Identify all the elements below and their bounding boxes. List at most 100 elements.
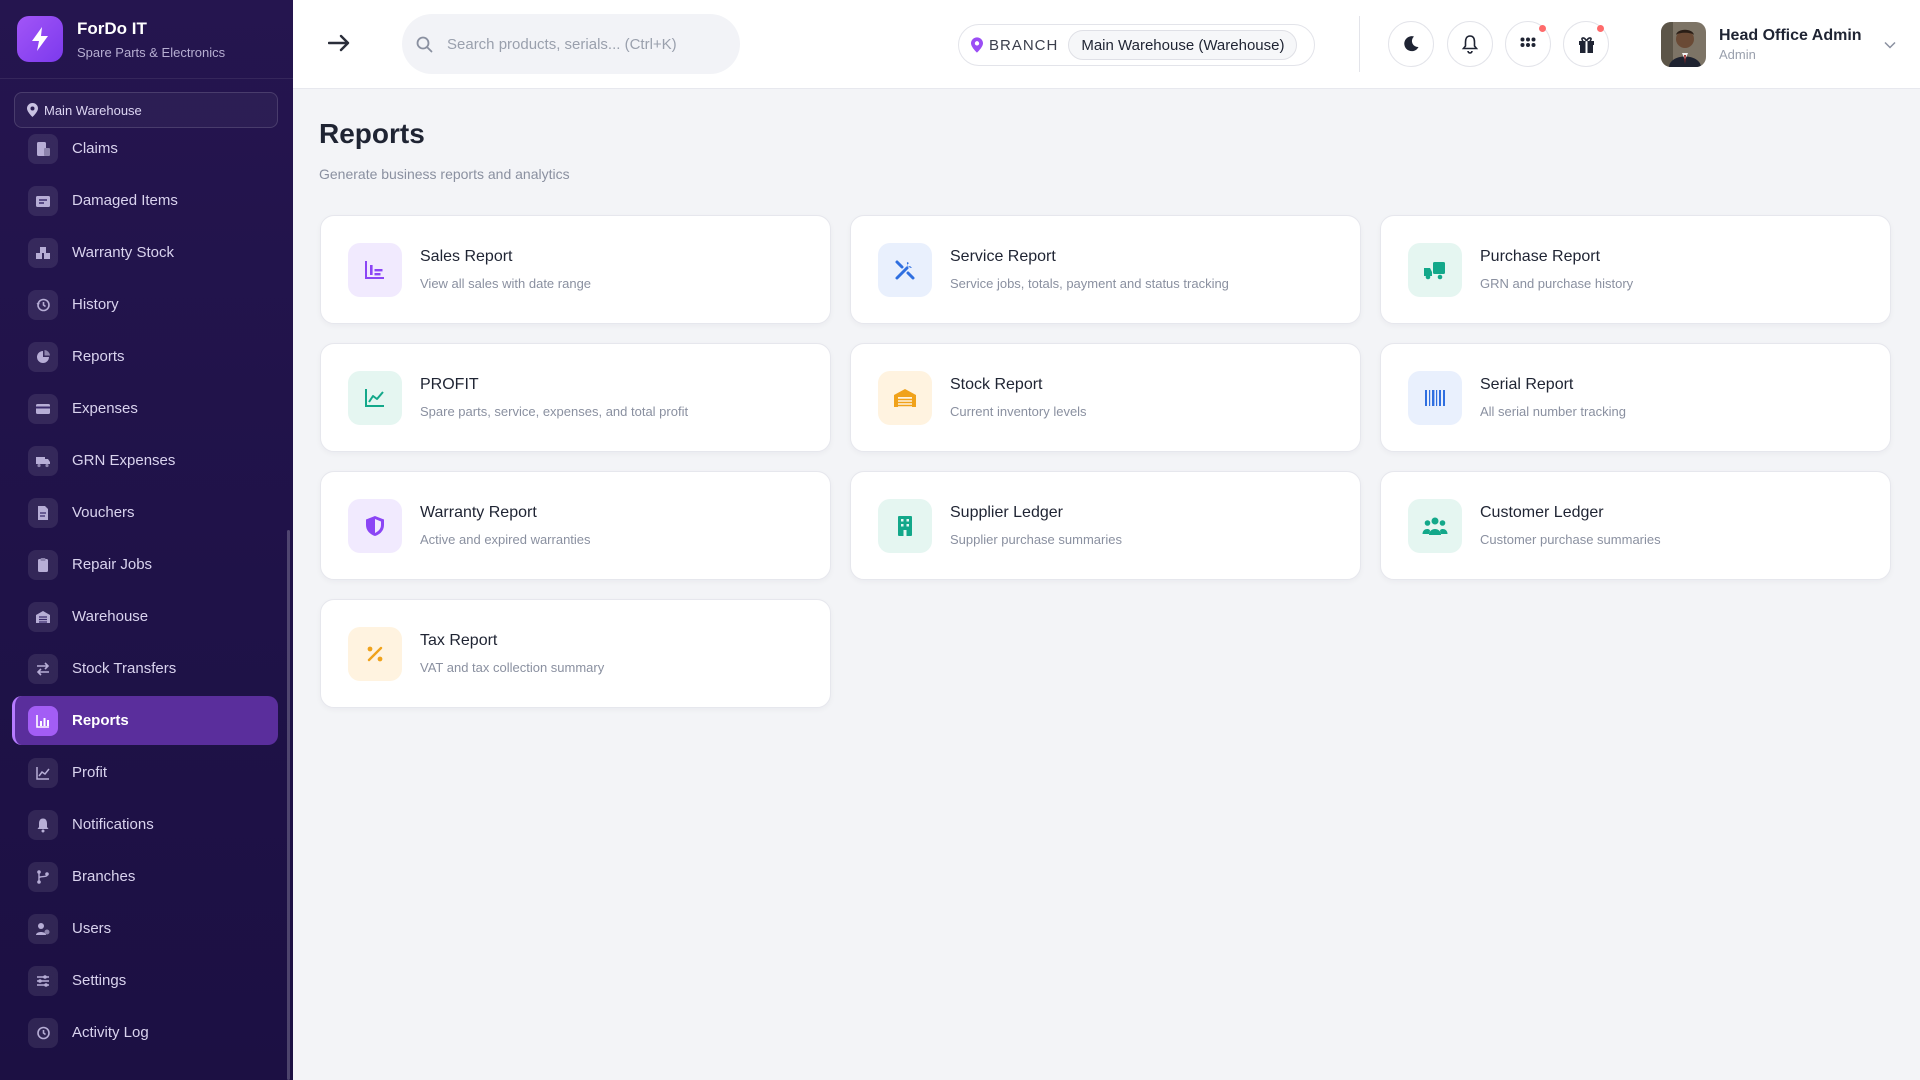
card-description: Active and expired warranties: [420, 532, 591, 547]
sidebar-item-expenses[interactable]: Expenses: [12, 384, 278, 433]
brand-subtitle: Spare Parts & Electronics: [77, 44, 226, 60]
branch-selector[interactable]: BRANCH Main Warehouse (Warehouse): [958, 24, 1315, 66]
user-role: Admin: [1719, 47, 1756, 62]
sidebar-branch-indicator[interactable]: Main Warehouse: [14, 92, 278, 128]
sidebar-item-label: Settings: [72, 972, 127, 989]
sidebar-item-label: Users: [72, 920, 112, 937]
truck-icon: [1408, 242, 1462, 297]
sidebar-item-repair-jobs[interactable]: Repair Jobs: [12, 540, 278, 589]
report-card-sales[interactable]: Sales Report View all sales with date ra…: [320, 215, 831, 324]
sidebar-scrollbar[interactable]: [287, 530, 290, 1080]
sidebar-item-warranty-stock[interactable]: Warranty Stock: [12, 228, 278, 277]
card-description: Spare parts, service, expenses, and tota…: [420, 404, 689, 419]
warranty-stock-icon: [28, 237, 58, 268]
card-title: Customer Ledger: [1480, 504, 1604, 521]
chevron-down-icon: [1884, 41, 1896, 49]
sidebar-item-damaged-items[interactable]: Damaged Items: [12, 176, 278, 225]
location-pin-icon: [27, 103, 38, 117]
sidebar-item-warehouse[interactable]: Warehouse: [12, 592, 278, 641]
report-card-warranty[interactable]: Warranty Report Active and expired warra…: [320, 471, 831, 580]
claims-icon: [28, 133, 58, 164]
sidebar-item-vouchers[interactable]: Vouchers: [12, 488, 278, 537]
apps-grid-button[interactable]: [1505, 21, 1551, 67]
gift-badge-dot: [1597, 25, 1604, 32]
sidebar-toggle-button[interactable]: [323, 27, 355, 59]
apps-grid-icon: [1520, 37, 1536, 47]
sidebar-item-reports[interactable]: Reports: [12, 696, 278, 745]
sidebar-item-label: Expenses: [72, 400, 138, 417]
sidebar-item-label: Branches: [72, 868, 136, 885]
card-title: Service Report: [950, 248, 1056, 265]
card-title: Sales Report: [420, 248, 513, 265]
truck-icon: [28, 445, 58, 476]
sidebar-item-label: GRN Expenses: [72, 452, 176, 469]
sidebar-item-label: Repair Jobs: [72, 556, 153, 573]
report-card-profit[interactable]: PROFIT Spare parts, service, expenses, a…: [320, 343, 831, 452]
tools-icon: [878, 242, 932, 297]
card-title: Tax Report: [420, 632, 498, 649]
sidebar-item-label: Notifications: [72, 816, 154, 833]
card-description: Service jobs, totals, payment and status…: [950, 276, 1229, 291]
report-card-customer-ledger[interactable]: Customer Ledger Customer purchase summar…: [1380, 471, 1891, 580]
percent-icon: [348, 626, 402, 681]
gift-button[interactable]: [1563, 21, 1609, 67]
card-description: Customer purchase summaries: [1480, 532, 1661, 547]
sidebar-item-profit[interactable]: Profit: [12, 748, 278, 797]
brand[interactable]: ForDo IT Spare Parts & Electronics: [0, 0, 293, 79]
users-icon: [1408, 498, 1462, 553]
bell-icon: [28, 809, 58, 840]
line-chart-icon: [348, 370, 402, 425]
sidebar-item-label: Claims: [72, 140, 118, 157]
search-bar[interactable]: [402, 14, 740, 74]
shield-icon: [348, 498, 402, 553]
sidebar-item-grn-expenses[interactable]: GRN Expenses: [12, 436, 278, 485]
sidebar-item-notifications[interactable]: Notifications: [12, 800, 278, 849]
sidebar-item-stock-transfers[interactable]: Stock Transfers: [12, 644, 278, 693]
search-input[interactable]: [447, 35, 717, 53]
sidebar-item-reports-top[interactable]: Reports: [12, 332, 278, 381]
voucher-icon: [28, 497, 58, 528]
building-icon: [878, 498, 932, 553]
sidebar-item-label: Profit: [72, 764, 108, 781]
card-description: All serial number tracking: [1480, 404, 1626, 419]
moon-icon: [1404, 36, 1419, 52]
report-card-service[interactable]: Service Report Service jobs, totals, pay…: [850, 215, 1361, 324]
sidebar-item-settings[interactable]: Settings: [12, 956, 278, 1005]
bar-chart-icon: [28, 705, 58, 736]
branch-icon: [28, 861, 58, 892]
report-card-stock[interactable]: Stock Report Current inventory levels: [850, 343, 1361, 452]
report-card-tax[interactable]: Tax Report VAT and tax collection summar…: [320, 599, 831, 708]
report-card-purchase[interactable]: Purchase Report GRN and purchase history: [1380, 215, 1891, 324]
page-title: Reports: [319, 118, 425, 149]
history-icon: [28, 289, 58, 320]
notifications-button[interactable]: [1447, 21, 1493, 67]
damaged-items-icon: [28, 185, 58, 216]
sidebar-item-label: Warehouse: [72, 608, 149, 625]
card-title: PROFIT: [420, 376, 479, 393]
card-description: Supplier purchase summaries: [950, 532, 1122, 547]
sidebar-item-label: Damaged Items: [72, 192, 178, 209]
card-title: Supplier Ledger: [950, 504, 1063, 521]
activity-log-icon: [28, 1017, 58, 1048]
line-chart-icon: [28, 757, 58, 788]
sidebar-item-branches[interactable]: Branches: [12, 852, 278, 901]
sidebar-item-activity-log[interactable]: Activity Log: [12, 1008, 278, 1057]
report-card-serial[interactable]: Serial Report All serial number tracking: [1380, 343, 1891, 452]
theme-toggle-button[interactable]: [1388, 21, 1434, 67]
sidebar-item-label: Reports: [72, 712, 129, 729]
user-menu[interactable]: Head Office Admin Admin: [1661, 22, 1896, 67]
branch-label: BRANCH: [989, 36, 1059, 54]
branch-select-value[interactable]: Main Warehouse (Warehouse): [1068, 30, 1298, 60]
report-card-supplier-ledger[interactable]: Supplier Ledger Supplier purchase summar…: [850, 471, 1361, 580]
sidebar-item-label: Warranty Stock: [72, 244, 174, 261]
sidebar-item-label: Stock Transfers: [72, 660, 177, 677]
user-name: Head Office Admin: [1719, 27, 1862, 44]
sidebar-item-users[interactable]: Users: [12, 904, 278, 953]
card-description: GRN and purchase history: [1480, 276, 1634, 291]
sidebar-item-history[interactable]: History: [12, 280, 278, 329]
sidebar-item-claims[interactable]: Claims: [12, 124, 278, 173]
page-subtitle: Generate business reports and analytics: [319, 166, 570, 182]
sliders-icon: [28, 965, 58, 996]
transfer-icon: [28, 653, 58, 684]
header-divider: [1359, 16, 1360, 72]
